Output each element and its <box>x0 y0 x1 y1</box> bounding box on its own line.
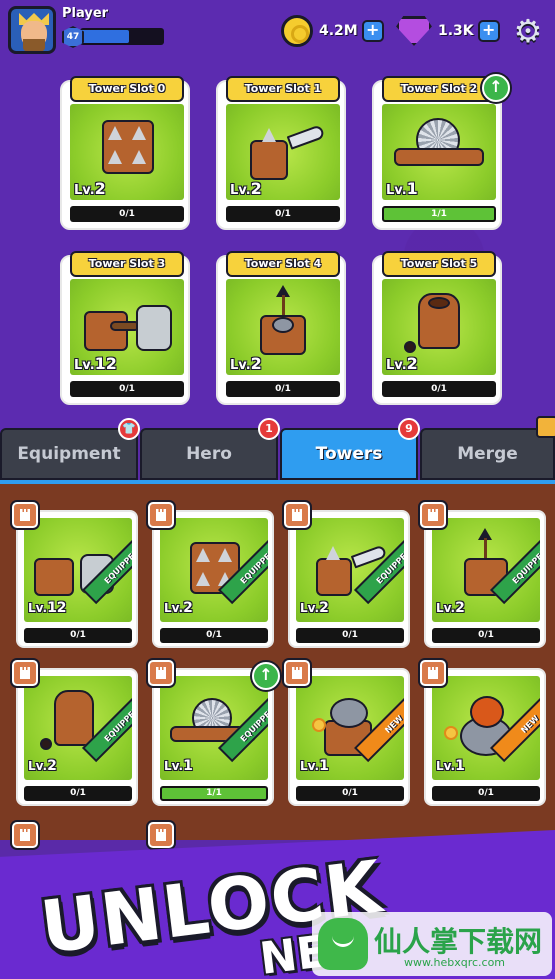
gear-icon[interactable]: ⚙ <box>511 14 545 48</box>
castle-icon <box>420 502 446 528</box>
player-name: Player <box>62 6 109 21</box>
add-gold-button[interactable]: + <box>361 20 384 42</box>
slot-level: Lv.2 <box>230 179 262 198</box>
inventory-card[interactable]: EQUIPPED Lv.2 0/1 <box>424 510 546 648</box>
slot-level: Lv.2 <box>74 179 106 198</box>
castle-icon <box>284 660 310 686</box>
castle-icon <box>420 660 446 686</box>
slot-title: Tower Slot 4 <box>226 251 340 277</box>
xp-bar-fill <box>80 30 129 43</box>
xp-bar <box>80 28 164 45</box>
card-level: Lv.2 <box>436 600 465 616</box>
card-count: 0/1 <box>296 628 404 643</box>
card-count: 0/1 <box>432 628 540 643</box>
card-level: Lv.1 <box>164 758 193 774</box>
castle-icon <box>148 660 174 686</box>
tab-hero[interactable]: Hero <box>140 428 278 480</box>
inventory-card[interactable]: EQUIPPED Lv.2 0/1 <box>152 510 274 648</box>
inventory-card[interactable]: EQUIPPED Lv.2 0/1 <box>16 668 138 806</box>
player-avatar[interactable] <box>8 6 56 54</box>
lock-icon <box>536 416 555 438</box>
card-count: 0/1 <box>296 786 404 801</box>
inventory-card[interactable]: EQUIPPED Lv.1 1/1 <box>152 668 274 806</box>
watermark-url: www.hebxqrc.com <box>404 956 506 969</box>
tab-merge[interactable]: Merge <box>420 428 555 480</box>
slot-count: 0/1 <box>70 206 184 222</box>
gem-value: 1.3K <box>438 23 474 39</box>
tower-slot-4[interactable]: Tower Slot 4 Lv.2 0/1 <box>216 251 346 405</box>
slot-level: Lv.2 <box>230 354 262 373</box>
slot-title: Tower Slot 0 <box>70 76 184 102</box>
slot-level: Lv.2 <box>386 354 418 373</box>
add-gems-button[interactable]: + <box>477 20 500 42</box>
card-level: Lv.1 <box>300 758 329 774</box>
tower-slot-3[interactable]: Tower Slot 3 Lv.12 0/1 <box>60 251 190 405</box>
castle-icon <box>12 660 38 686</box>
tower-slot-1[interactable]: Tower Slot 1 Lv.2 0/1 <box>216 76 346 230</box>
castle-icon <box>148 502 174 528</box>
cactus-logo-icon <box>318 918 368 970</box>
top-hud: Player 47 4.2M + 1.3K + ⚙ <box>0 0 555 64</box>
card-level: Lv.2 <box>28 758 57 774</box>
inventory-card[interactable]: NEW Lv.1 0/1 <box>424 668 546 806</box>
tower-slot-2[interactable]: Tower Slot 2 Lv.1 1/1 <box>372 76 502 230</box>
slot-count: 0/1 <box>226 206 340 222</box>
gem-counter: 1.3K + <box>396 16 500 46</box>
card-level: Lv.2 <box>300 600 329 616</box>
site-watermark: 仙人掌下载网 www.hebxqrc.com <box>312 912 552 976</box>
slot-count: 0/1 <box>226 381 340 397</box>
gem-icon <box>396 16 432 46</box>
card-count: 0/1 <box>432 786 540 801</box>
card-level: Lv.12 <box>28 600 67 616</box>
card-level: Lv.2 <box>164 600 193 616</box>
tower-slot-0[interactable]: Tower Slot 0 Lv.2 0/1 <box>60 76 190 230</box>
gold-coin-icon <box>281 15 313 47</box>
gold-value: 4.2M <box>319 23 358 39</box>
castle-icon <box>12 502 38 528</box>
card-count: 0/1 <box>24 786 132 801</box>
slot-title: Tower Slot 2 <box>382 76 496 102</box>
slot-level: Lv.1 <box>386 179 418 198</box>
beard-icon <box>23 39 45 51</box>
tab-equipment[interactable]: Equipment <box>0 428 138 480</box>
up-arrow-icon[interactable]: ↑ <box>252 662 280 690</box>
gold-counter: 4.2M + <box>281 15 384 47</box>
slot-level: Lv.12 <box>74 354 117 373</box>
up-arrow-icon[interactable]: ↑ <box>482 74 510 102</box>
hero-tab-badge: 1 <box>258 418 280 440</box>
slot-count: 0/1 <box>382 381 496 397</box>
shirt-icon: 👕 <box>118 418 140 440</box>
slot-count: 0/1 <box>70 381 184 397</box>
castle-icon <box>12 822 38 848</box>
inventory-card[interactable]: NEW Lv.1 0/1 <box>288 668 410 806</box>
card-level: Lv.1 <box>436 758 465 774</box>
castle-icon <box>284 502 310 528</box>
card-count: 0/1 <box>160 628 268 643</box>
towers-tab-badge: 9 <box>398 418 420 440</box>
tower-slot-5[interactable]: Tower Slot 5 Lv.2 0/1 <box>372 251 502 405</box>
tab-towers[interactable]: Towers <box>280 428 418 480</box>
tab-bar: Equipment Hero Towers Merge 👕 1 9 <box>0 416 555 480</box>
card-count: 0/1 <box>24 628 132 643</box>
slot-count: 1/1 <box>382 206 496 222</box>
inventory-card[interactable]: EQUIPPED Lv.2 0/1 <box>288 510 410 648</box>
card-count: 1/1 <box>160 786 268 801</box>
slot-title: Tower Slot 3 <box>70 251 184 277</box>
castle-icon <box>148 822 174 848</box>
slot-title: Tower Slot 5 <box>382 251 496 277</box>
slot-title: Tower Slot 1 <box>226 76 340 102</box>
watermark-title: 仙人掌下载网 <box>374 925 543 958</box>
inventory-card[interactable]: EQUIPPED Lv.12 0/1 <box>16 510 138 648</box>
